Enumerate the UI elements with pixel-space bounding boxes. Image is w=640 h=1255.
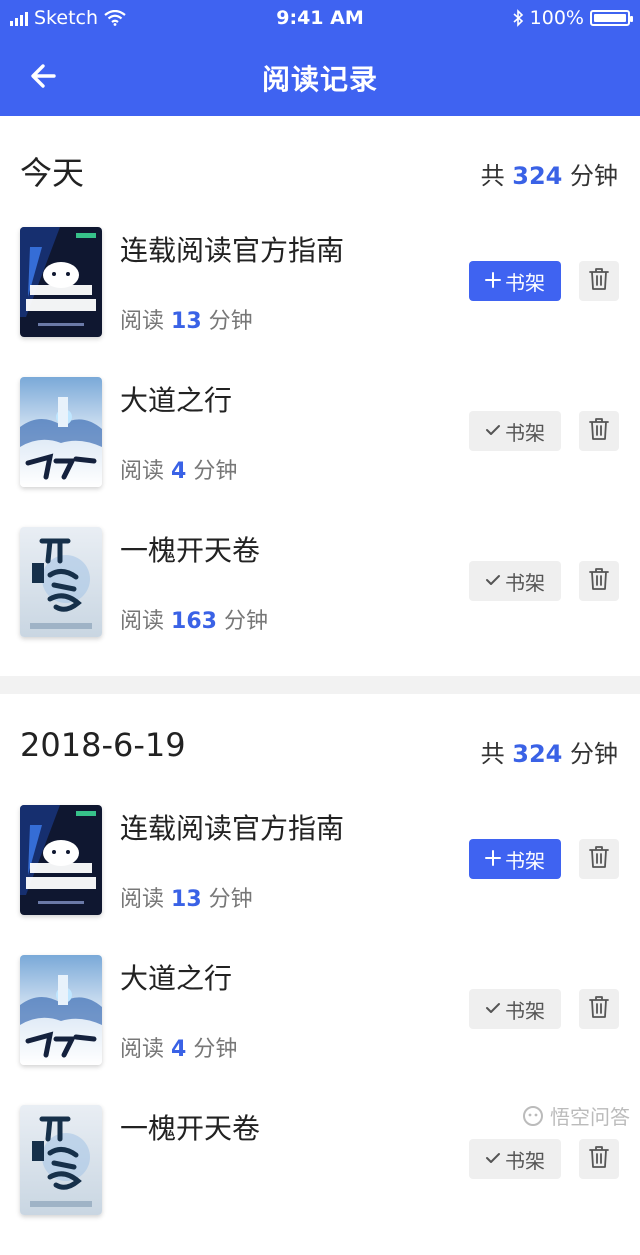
total-prefix: 共 — [480, 162, 505, 190]
book-cover-image[interactable] — [20, 377, 102, 487]
book-cover-image[interactable] — [20, 805, 102, 915]
section-header: 今天 共 324 分钟 — [0, 116, 640, 226]
read-minutes: 163 — [171, 609, 217, 634]
bluetooth-icon — [513, 9, 523, 27]
in-shelf-button[interactable]: 书架 — [469, 561, 561, 601]
read-duration: 阅读 4 分钟 — [120, 453, 237, 485]
book-title[interactable]: 一槐开天卷 — [120, 1107, 260, 1147]
total-prefix: 共 — [480, 740, 505, 768]
history-section: 2018-6-19 共 324 分钟 连载阅读官方指南 阅读 13 分钟 书架 大道之行阅… — [0, 694, 640, 1215]
watermark-text: 悟空问答 — [550, 1105, 630, 1129]
delete-button[interactable] — [579, 839, 619, 879]
book-cover-image[interactable] — [20, 955, 102, 1065]
section-header: 2018-6-19 共 324 分钟 — [0, 694, 640, 804]
book-list-item[interactable]: 连载阅读官方指南阅读 13 分钟 书架 — [0, 805, 640, 955]
total-minutes: 324 — [512, 162, 563, 190]
read-minutes: 4 — [171, 1037, 187, 1062]
section-date: 今天 — [20, 154, 85, 192]
total-minutes: 324 — [512, 740, 563, 768]
check-icon — [485, 569, 501, 593]
shelf-label: 书架 — [505, 848, 545, 873]
book-title[interactable]: 大道之行 — [120, 379, 232, 419]
book-cover-image[interactable] — [20, 1105, 102, 1215]
plus-icon — [485, 847, 501, 871]
delete-button[interactable] — [579, 1139, 619, 1179]
navbar: 阅读记录 — [0, 36, 640, 116]
trash-icon — [588, 417, 610, 445]
read-prefix: 阅读 — [120, 459, 165, 484]
book-list-item[interactable]: 大道之行阅读 4 分钟 书架 — [0, 955, 640, 1105]
check-icon — [485, 997, 501, 1021]
read-unit: 分钟 — [208, 887, 253, 912]
book-list-item[interactable]: 连载阅读官方指南阅读 13 分钟 书架 — [0, 227, 640, 377]
read-unit: 分钟 — [193, 1037, 238, 1062]
read-prefix: 阅读 — [120, 1037, 165, 1062]
book-list-item[interactable]: 一槐开天卷阅读 163 分钟 书架 — [0, 527, 640, 677]
section-total: 共 324 分钟 — [481, 734, 618, 769]
book-title[interactable]: 连载阅读官方指南 — [120, 807, 344, 847]
check-icon — [485, 1147, 501, 1171]
in-shelf-button[interactable]: 书架 — [469, 1139, 561, 1179]
total-unit: 分钟 — [570, 740, 618, 768]
page-title: 阅读记录 — [261, 63, 378, 96]
book-title[interactable]: 一槐开天卷 — [120, 529, 260, 569]
read-duration: 阅读 163 分钟 — [120, 603, 268, 635]
wukong-logo-icon — [523, 1105, 543, 1126]
trash-icon — [588, 995, 610, 1023]
shelf-label: 书架 — [505, 270, 545, 295]
book-cover-image[interactable] — [20, 227, 102, 337]
status-bar: Sketch 9:41 AM 100% — [0, 0, 640, 36]
read-minutes: 4 — [171, 459, 187, 484]
add-to-shelf-button[interactable]: 书架 — [469, 261, 561, 301]
trash-icon — [588, 845, 610, 873]
header: Sketch 9:41 AM 100% 阅读记录 — [0, 0, 640, 116]
read-duration: 阅读 4 分钟 — [120, 1031, 237, 1063]
history-section: 今天共 324 分钟 连载阅读官方指南 阅读 13 分钟 书架 大道之行 阅读 4 分钟书… — [0, 116, 640, 676]
shelf-label: 书架 — [505, 998, 545, 1023]
delete-button[interactable] — [579, 411, 619, 451]
read-unit: 分钟 — [223, 609, 268, 634]
delete-button[interactable] — [579, 989, 619, 1029]
book-cover-image[interactable] — [20, 527, 102, 637]
read-prefix: 阅读 — [120, 887, 165, 912]
read-duration: 阅读 13 分钟 — [120, 303, 253, 335]
add-to-shelf-button[interactable]: 书架 — [469, 839, 561, 879]
read-unit: 分钟 — [193, 459, 238, 484]
watermark: 悟空问答 — [522, 1101, 630, 1130]
shelf-label: 书架 — [505, 1148, 545, 1173]
battery-percent: 100% — [529, 7, 584, 29]
read-minutes: 13 — [171, 887, 202, 912]
in-shelf-button[interactable]: 书架 — [469, 989, 561, 1029]
read-duration: 阅读 13 分钟 — [120, 881, 253, 913]
book-title[interactable]: 连载阅读官方指南 — [120, 229, 344, 269]
in-shelf-button[interactable]: 书架 — [469, 411, 561, 451]
read-minutes: 13 — [171, 309, 202, 334]
read-prefix: 阅读 — [120, 609, 165, 634]
read-prefix: 阅读 — [120, 309, 165, 334]
section-total: 共 324 分钟 — [481, 156, 618, 191]
shelf-label: 书架 — [505, 420, 545, 445]
book-title[interactable]: 大道之行 — [120, 957, 232, 997]
section-date: 2018-6-19 — [20, 726, 186, 764]
trash-icon — [588, 267, 610, 295]
section-divider — [0, 676, 640, 694]
total-unit: 分钟 — [570, 162, 618, 190]
check-icon — [485, 419, 501, 443]
battery-icon — [590, 10, 633, 26]
shelf-label: 书架 — [505, 570, 545, 595]
book-list-item[interactable]: 大道之行阅读 4 分钟 书架 — [0, 377, 640, 527]
trash-icon — [588, 1145, 610, 1173]
trash-icon — [588, 567, 610, 595]
delete-button[interactable] — [579, 261, 619, 301]
plus-icon — [485, 269, 501, 293]
delete-button[interactable] — [579, 561, 619, 601]
read-unit: 分钟 — [208, 309, 253, 334]
